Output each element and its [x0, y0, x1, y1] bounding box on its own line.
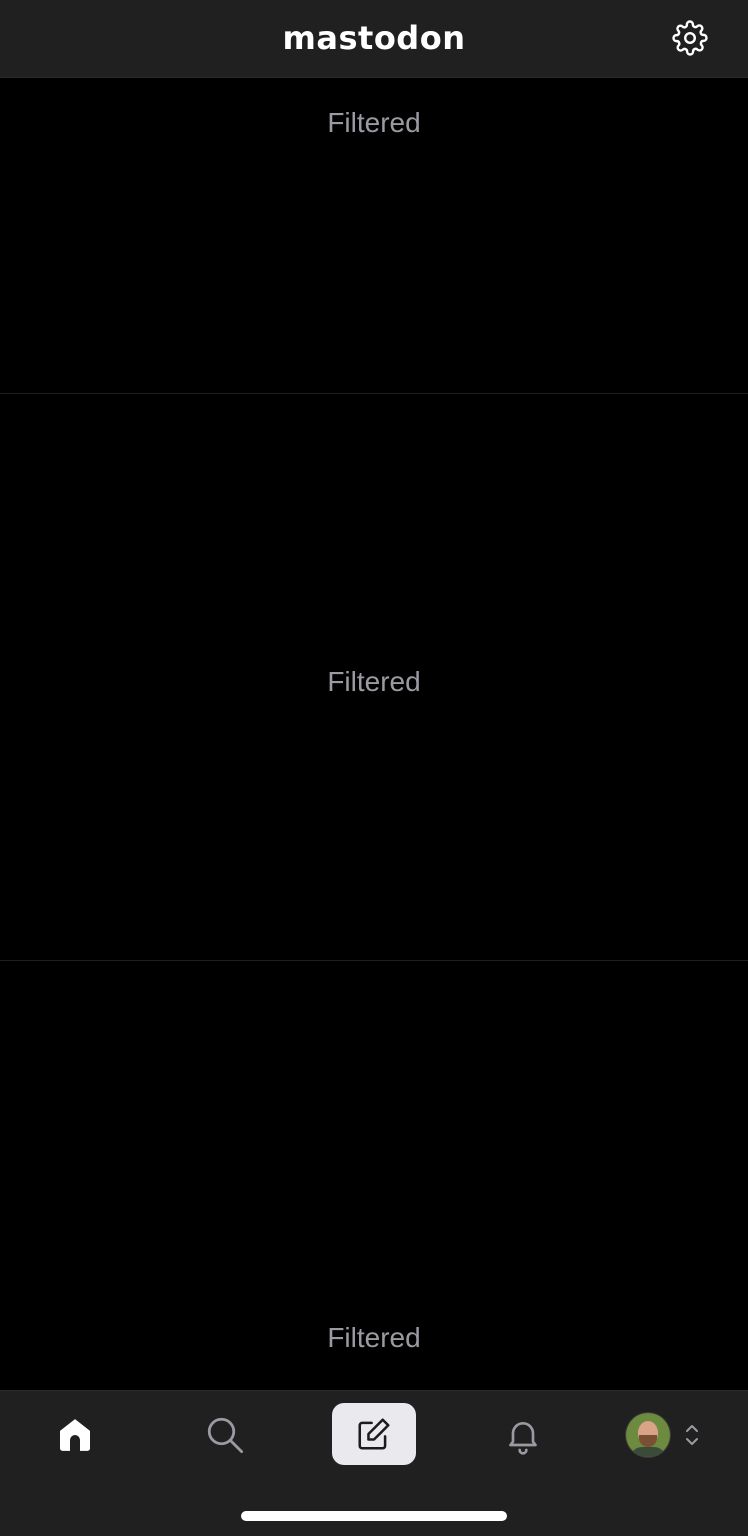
avatar	[626, 1413, 670, 1457]
settings-button[interactable]	[670, 18, 710, 58]
home-timeline: Filtered Filtered Filtered	[0, 78, 748, 1390]
app-root: mastodon Filtered Filtered Filtered	[0, 0, 748, 1536]
chevron-up-down-icon	[686, 1425, 698, 1445]
home-icon	[60, 1419, 90, 1451]
filtered-post[interactable]: Filtered	[0, 78, 748, 394]
filtered-label: Filtered	[327, 1322, 421, 1353]
tab-notifications[interactable]	[492, 1403, 554, 1467]
tab-search[interactable]	[194, 1403, 256, 1467]
filtered-post[interactable]: Filtered	[0, 394, 748, 961]
home-indicator[interactable]	[241, 1511, 507, 1521]
filtered-label: Filtered	[327, 107, 421, 138]
search-icon	[207, 1417, 244, 1454]
gear-icon	[672, 20, 708, 56]
filtered-post[interactable]: Filtered	[0, 961, 748, 1390]
bell-icon	[509, 1422, 537, 1455]
top-navigation-bar: mastodon	[0, 0, 748, 78]
tab-profile[interactable]	[618, 1403, 708, 1467]
compose-icon	[358, 1418, 390, 1450]
app-logo: mastodon	[282, 19, 466, 57]
filtered-label: Filtered	[327, 666, 421, 697]
tab-home[interactable]	[44, 1403, 106, 1467]
compose-button[interactable]	[332, 1403, 416, 1465]
